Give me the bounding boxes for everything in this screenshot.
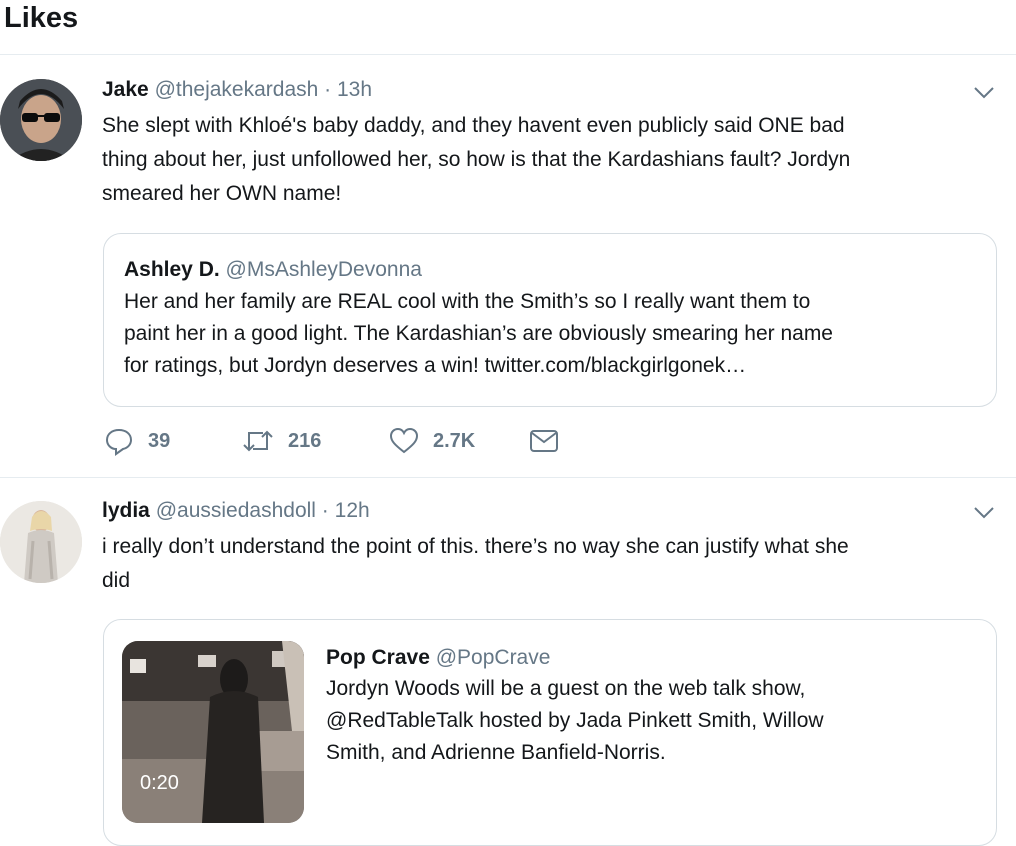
like-count: 2.7K (433, 429, 476, 452)
retweet-icon (243, 430, 273, 452)
video-duration: 0:20 (140, 772, 179, 794)
tweet-text-line: She slept with Khloé's baby daddy, and t… (102, 114, 845, 137)
quote-author-name: Pop Crave (326, 646, 430, 669)
chevron-down-icon[interactable] (973, 506, 995, 520)
timestamp[interactable]: 13h (337, 78, 372, 101)
quote-author-name: Ashley D. (124, 258, 220, 281)
tweet-text-line: smeared her OWN name! (102, 182, 342, 205)
tweet-text: i really don’t understand the point of t… (102, 530, 849, 598)
page-title: Likes (4, 2, 79, 34)
tweet-text-line: thing about her, just unfollowed her, so… (102, 148, 851, 171)
tweet-text-line: did (102, 569, 131, 592)
quote-author-handle: @MsAshleyDevonna (225, 258, 422, 281)
author-name[interactable]: lydia (102, 499, 150, 522)
avatar[interactable] (0, 501, 82, 583)
separator-dot: · (321, 499, 329, 522)
quote-text-line: paint her in a good light. The Kardashia… (124, 322, 833, 345)
like-button[interactable]: 2.7K (389, 426, 475, 456)
header-divider (0, 54, 1016, 55)
author-handle[interactable]: @aussiedashdoll (156, 499, 316, 522)
retweet-button[interactable]: 216 (242, 426, 321, 456)
quoted-tweet[interactable]: Ashley D. @MsAshleyDevonna Her and her f… (103, 233, 997, 407)
author-handle[interactable]: @thejakekardash (155, 78, 319, 101)
separator-dot: · (324, 78, 332, 101)
quote-text-line: Jordyn Woods will be a guest on the web … (326, 677, 806, 700)
quote-text-line: @RedTableTalk hosted by Jada Pinkett Smi… (326, 709, 824, 732)
quote-header: Ashley D. @MsAshleyDevonna (124, 258, 422, 282)
reply-button[interactable]: 39 (104, 426, 170, 456)
quote-header: Pop Crave @PopCrave (326, 646, 550, 670)
quote-text: Her and her family are REAL cool with th… (124, 286, 833, 382)
author-name[interactable]: Jake (102, 78, 149, 101)
like-icon (389, 427, 419, 454)
tweet-header: lydia @aussiedashdoll · 12h (102, 499, 370, 523)
avatar[interactable] (0, 79, 82, 161)
video-thumbnail[interactable] (122, 641, 304, 823)
quote-text: Jordyn Woods will be a guest on the web … (326, 673, 824, 769)
quote-text-line: Her and her family are REAL cool with th… (124, 290, 811, 313)
tweet-header: Jake @thejakekardash · 13h (102, 78, 372, 102)
quote-text-line: Smith, and Adrienne Banfield-Norris. (326, 741, 666, 764)
direct-message-icon (530, 430, 558, 452)
retweet-count: 216 (288, 429, 322, 452)
reply-count: 39 (148, 429, 171, 452)
tweet-divider (0, 477, 1016, 478)
tweet-text: She slept with Khloé's baby daddy, and t… (102, 109, 850, 211)
timestamp[interactable]: 12h (335, 499, 370, 522)
quote-text-line: for ratings, but Jordyn deserves a win! … (124, 354, 747, 377)
direct-message-button[interactable] (529, 426, 573, 456)
quote-author-handle: @PopCrave (435, 646, 551, 669)
reply-icon (105, 428, 133, 456)
tweet-text-line: i really don’t understand the point of t… (102, 535, 849, 558)
chevron-down-icon[interactable] (973, 86, 995, 100)
